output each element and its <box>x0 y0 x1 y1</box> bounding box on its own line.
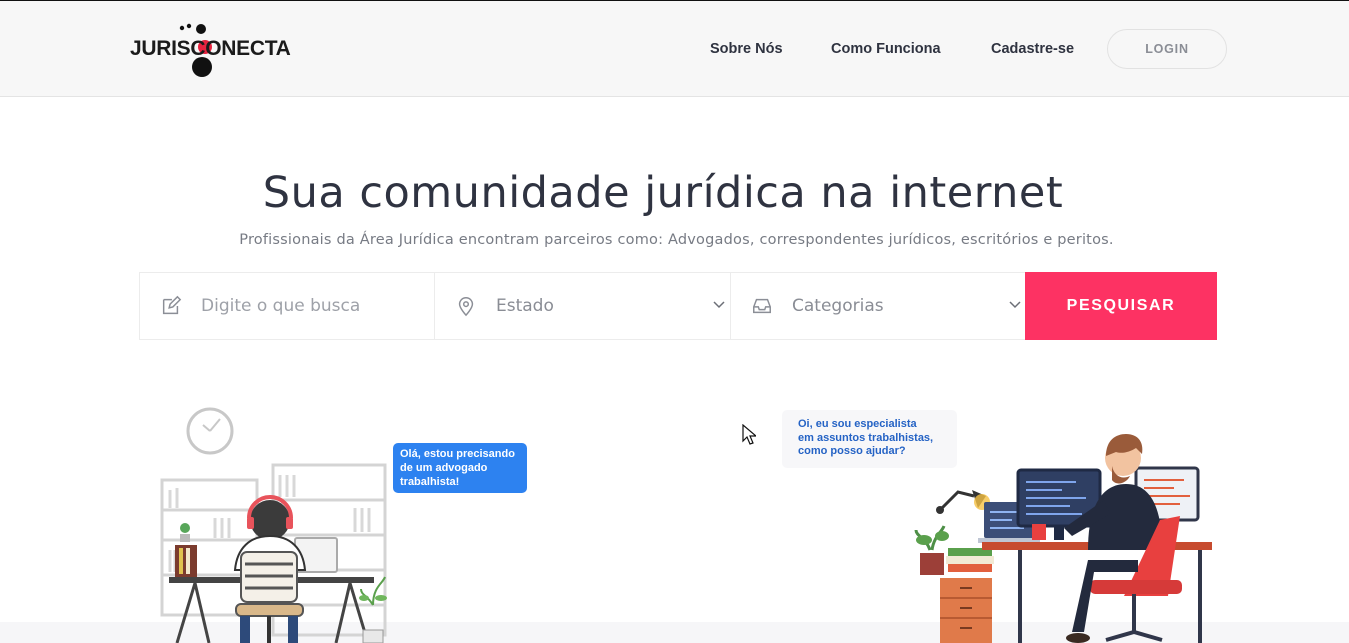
state-select-value: Estado <box>496 296 554 316</box>
state-select[interactable]: Estado <box>435 273 731 339</box>
client-speech-line: Olá, estou precisando <box>400 448 515 460</box>
client-speech-line: de um advogado <box>400 462 488 474</box>
search-button[interactable]: PESQUISAR <box>1025 272 1217 340</box>
category-select-value: Categorias <box>792 296 884 316</box>
category-select[interactable]: Categorias <box>731 273 1026 339</box>
logo[interactable]: JURISCONECTA <box>130 21 300 81</box>
inbox-icon <box>753 298 771 314</box>
map-pin-icon <box>458 297 474 317</box>
chevron-down-icon <box>713 301 725 309</box>
nav-sobre-nos[interactable]: Sobre Nós <box>710 41 783 57</box>
search-input-placeholder: Digite o que busca <box>201 296 361 316</box>
lawyer-illustration <box>914 434 1212 643</box>
client-illustration <box>160 407 387 643</box>
chevron-down-icon <box>1009 301 1021 309</box>
nav-cadastre-se[interactable]: Cadastre-se <box>991 41 1074 57</box>
client-speech-line: trabalhista! <box>400 476 460 488</box>
search-input[interactable]: Digite o que busca <box>140 273 435 339</box>
mouse-cursor-icon <box>742 424 756 445</box>
nav-como-funciona[interactable]: Como Funciona <box>831 41 941 57</box>
logo-text: JURISCONECTA <box>130 37 291 60</box>
hero-subtitle: Profissionais da Área Jurídica encontram… <box>239 232 1114 248</box>
edit-icon <box>162 295 182 315</box>
hero-title: Sua comunidade jurídica na internet <box>262 168 1064 218</box>
client-speech-bubble: Olá, estou precisando de um advogado tra… <box>393 443 527 493</box>
login-button[interactable]: LOGIN <box>1107 29 1227 69</box>
site-header: JURISCONECTA Sobre Nós Como Funciona Cad… <box>0 1 1349 97</box>
